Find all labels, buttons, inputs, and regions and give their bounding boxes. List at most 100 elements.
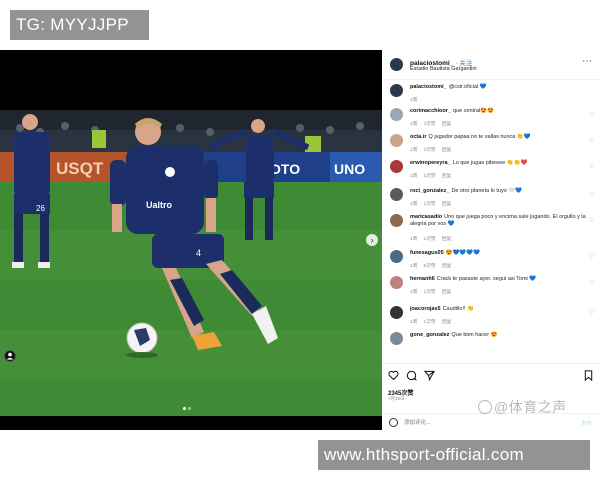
comment-heart-icon[interactable]: ♡ (589, 217, 594, 224)
post-photo[interactable]: USQT OTO UNO 26 Ualtro 4 (0, 110, 382, 416)
comment-heart-icon[interactable]: ♡ (589, 253, 594, 260)
comment-list[interactable]: palaciostomi_ @csir.oficial 💙 1周 corimacchi… (382, 82, 600, 362)
comment-username[interactable]: palaciostomi_ (410, 84, 447, 90)
site-url-label: www.hthsport-official.com (318, 440, 590, 470)
post-date: 7月28日 (388, 396, 405, 401)
comment-like-count[interactable]: 1次赞 (423, 320, 435, 325)
post-side-panel: palaciostomi_ · 关注 Estadio Bautista Garga… (382, 50, 600, 430)
comment-username[interactable]: hernanh6 (410, 276, 435, 282)
post-location[interactable]: Estadio Bautista Gargantini (410, 66, 477, 72)
comment-username[interactable]: corimacchioor_ (410, 108, 451, 114)
reply-button[interactable]: 回复 (442, 237, 452, 242)
carousel-dot (188, 407, 191, 410)
svg-text:USQT: USQT (56, 159, 104, 178)
comment-time: 1周 (410, 122, 418, 127)
comment-like-count[interactable]: 1次赞 (423, 202, 435, 207)
comment-like-count[interactable]: 2次赞 (423, 148, 435, 153)
comment-meta (410, 344, 428, 349)
comment-heart-icon[interactable]: ♡ (589, 309, 594, 316)
reply-button[interactable]: 回复 (442, 174, 452, 179)
comment-username[interactable]: joacorojas5 (410, 306, 441, 312)
svg-text:UNO: UNO (334, 161, 365, 177)
watermark: @体育之声 (478, 397, 567, 417)
comment-meta: 1周 1次赞 回复 (410, 200, 457, 207)
avatar[interactable] (390, 332, 403, 345)
comment-meta: 1周 1次赞 回复 (410, 318, 457, 325)
post-comment-button[interactable]: 发布 (581, 419, 592, 427)
share-icon[interactable] (424, 370, 435, 381)
bookmark-icon[interactable] (583, 370, 594, 381)
reply-button[interactable]: 回复 (442, 122, 452, 127)
comment-time: 1周 (410, 174, 418, 179)
svg-text:OTO: OTO (270, 161, 300, 177)
reply-button[interactable]: 回复 (442, 290, 452, 295)
comment-heart-icon[interactable]: ♡ (589, 279, 594, 286)
emoji-icon[interactable] (389, 418, 398, 427)
comment-like-count[interactable]: 2次赞 (423, 174, 435, 179)
more-icon[interactable]: ⋯ (582, 57, 592, 67)
comment-text: gone_gonzalez Que bien hacer 😍 (410, 332, 586, 339)
comment-heart-icon[interactable]: ♡ (589, 163, 594, 170)
comment-body: @csir.oficial 💙 (448, 84, 487, 90)
comment-meta: 1周 2次赞 回复 (410, 172, 457, 179)
comment-username[interactable]: funesagus05 (410, 250, 444, 256)
comment-like-count[interactable]: 1次赞 (423, 290, 435, 295)
comment-username[interactable]: roci_gonzalez_ (410, 188, 449, 194)
avatar[interactable] (390, 108, 403, 121)
comment-time: 1周 (410, 237, 418, 242)
watermark-logo-icon (478, 400, 492, 414)
comment-like-count[interactable]: 1次赞 (423, 237, 435, 242)
tagged-users-icon[interactable] (4, 350, 16, 362)
comment-body: Crack te pasaste ayer. segui asi Tomi 💙 (436, 276, 537, 282)
comment-row: funesagus05 😍💙💙💙💙 1周 5次赞 回复 ♡ (382, 248, 600, 276)
comment-heart-icon[interactable]: ♡ (589, 137, 594, 144)
comment-icon[interactable] (406, 370, 417, 381)
avatar[interactable] (390, 306, 403, 319)
avatar[interactable] (390, 250, 403, 263)
screenshot: TG: MYYJJPP USQT OTO UNO 26 Ualtro 4 › p… (0, 0, 600, 480)
reply-button[interactable]: 回复 (442, 320, 452, 325)
comment-username[interactable]: gone_gonzalez (410, 332, 449, 338)
comment-text: hernanh6 Crack te pasaste ayer. segui asi… (410, 276, 586, 283)
heart-icon[interactable] (388, 370, 399, 381)
comment-body: 😍💙💙💙💙 (445, 250, 480, 256)
comment-text: corimacchioor_ que central😍😍 (410, 108, 586, 115)
comment-time: 1周 (410, 148, 418, 153)
comment-input[interactable] (404, 417, 554, 428)
reply-button[interactable]: 回复 (442, 202, 452, 207)
comment-time: 1周 (410, 320, 418, 325)
avatar[interactable] (390, 276, 403, 289)
comment-time: 1周 (410, 98, 418, 103)
avatar[interactable] (390, 160, 403, 173)
avatar[interactable] (390, 58, 403, 71)
comment-meta: 1周 1次赞 回复 (410, 235, 457, 242)
svg-text:26: 26 (36, 204, 45, 213)
reply-button[interactable]: 回复 (442, 264, 452, 269)
comment-like-count[interactable]: 3次赞 (423, 122, 435, 127)
comment-meta: 1周 1次赞 回复 (410, 288, 457, 295)
comment-body: De otro planeta lo tuyo 🤍💙 (451, 188, 523, 194)
comment-like-count[interactable]: 5次赞 (423, 264, 435, 269)
comment-text: maricasadio Uno que juega poco y encima s… (410, 214, 586, 228)
tg-label: TG: MYYJJPP (10, 10, 149, 40)
avatar[interactable] (390, 188, 403, 201)
comment-heart-icon[interactable]: ♡ (589, 191, 594, 198)
comment-row: erwinnpereyra_ Lo que jugas pibeeee 👏👏❤️ 1… (382, 158, 600, 186)
comment-heart-icon[interactable]: ♡ (589, 111, 594, 118)
comment-username[interactable]: maricasadio (410, 214, 442, 220)
comment-row: corimacchioor_ que central😍😍 1周 3次赞 回复 ♡ (382, 106, 600, 134)
avatar[interactable] (390, 84, 403, 97)
carousel-dot (183, 407, 186, 410)
comment-text: palaciostomi_ @csir.oficial 💙 (410, 84, 586, 91)
comment-username[interactable]: erwinnpereyra_ (410, 160, 451, 166)
avatar[interactable] (390, 214, 403, 227)
reply-button[interactable]: 回复 (442, 148, 452, 153)
comment-text: roci_gonzalez_ De otro planeta lo tuyo 🤍💙 (410, 188, 586, 195)
next-image-button[interactable]: › (366, 234, 378, 246)
comment-body: Que bien hacer 😍 (451, 332, 498, 338)
comment-row: roci_gonzalez_ De otro planeta lo tuyo 🤍💙… (382, 186, 600, 214)
comment-body: Lo que jugas pibeeee 👏👏❤️ (452, 160, 528, 166)
comment-time: 1周 (410, 264, 418, 269)
comment-username[interactable]: octa.ir (410, 134, 427, 140)
avatar[interactable] (390, 134, 403, 147)
